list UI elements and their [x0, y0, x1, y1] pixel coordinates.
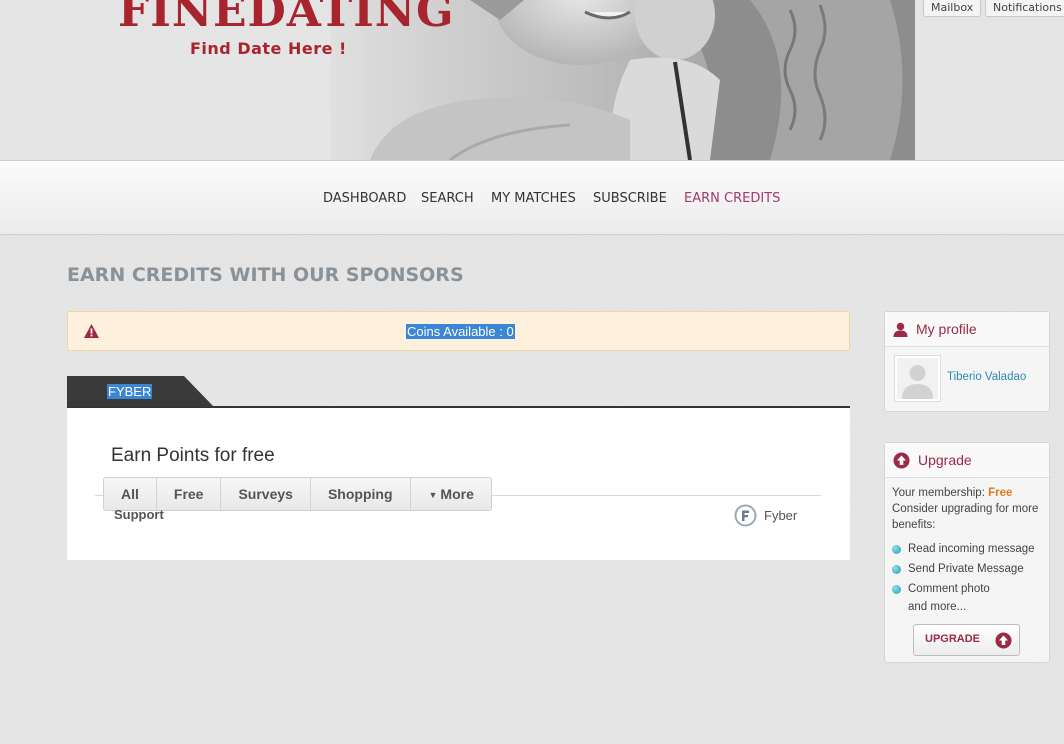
- membership-label: Your membership:: [892, 487, 985, 499]
- benefit-label: Comment photo: [908, 583, 990, 595]
- fyber-branding: Fyber: [734, 504, 797, 527]
- upgrade-arrow-icon: [893, 452, 910, 468]
- nav-subscribe[interactable]: SUBSCRIBE: [593, 191, 667, 206]
- upgrade-card: Upgrade Your membership: Free Consider u…: [884, 442, 1050, 663]
- benefit-item: Comment photo: [892, 583, 990, 595]
- profile-name-link[interactable]: Tiberio Valadao: [947, 371, 1026, 383]
- bullet-icon: [892, 584, 901, 594]
- membership-info: Your membership: Free Consider upgrading…: [892, 485, 1047, 533]
- benefit-item: Send Private Message: [892, 563, 1024, 575]
- profile-card-header: My profile: [885, 312, 1049, 347]
- nav-my-matches[interactable]: MY MATCHES: [491, 191, 576, 206]
- coins-alert: Coins Available : 0: [67, 311, 850, 351]
- benefit-item: Read incoming message: [892, 543, 1035, 555]
- offer-filter-group: All Free Surveys Shopping ▼ More: [103, 477, 492, 511]
- tab-fyber[interactable]: FYBER: [107, 384, 153, 399]
- upgrade-button-label: UPGRADE: [925, 633, 981, 645]
- sponsor-tabs: FYBER: [67, 376, 850, 408]
- more-label: More: [440, 486, 474, 502]
- site-tagline: Find Date Here !: [190, 39, 347, 58]
- upgrade-arrow-icon: [995, 632, 1012, 649]
- upgrade-button[interactable]: UPGRADE: [913, 624, 1020, 656]
- bullet-icon: [892, 544, 901, 554]
- filter-surveys-button[interactable]: Surveys: [220, 478, 309, 510]
- nav-search[interactable]: SEARCH: [421, 191, 474, 206]
- benefit-label: Send Private Message: [908, 563, 1024, 575]
- support-link[interactable]: Support: [114, 507, 164, 522]
- mailbox-button[interactable]: Mailbox: [923, 0, 982, 17]
- filter-shopping-button[interactable]: Shopping: [309, 478, 410, 510]
- warning-icon: [83, 323, 100, 343]
- fyber-logo-icon: [734, 504, 757, 527]
- profile-card-title: My profile: [916, 321, 977, 337]
- site-header: FINEDATING Find Date Here ! Mailbox Noti…: [0, 0, 1064, 160]
- upgrade-note: Consider upgrading for more benefits:: [892, 503, 1039, 531]
- nav-earn-credits[interactable]: EARN CREDITS: [684, 191, 780, 206]
- benefit-label: Read incoming message: [908, 543, 1035, 555]
- avatar[interactable]: [894, 355, 941, 402]
- profile-card: My profile Tiberio Valadao: [884, 311, 1050, 412]
- main-nav: DASHBOARD SEARCH MY MATCHES SUBSCRIBE EA…: [0, 160, 1064, 235]
- offer-wall-panel: Earn Points for free All Free Surveys Sh…: [67, 408, 850, 560]
- bullet-icon: [892, 564, 901, 574]
- upgrade-card-header: Upgrade: [885, 443, 1049, 478]
- membership-plan: Free: [988, 487, 1013, 499]
- upgrade-card-title: Upgrade: [918, 452, 972, 468]
- offer-wall-title: Earn Points for free: [111, 445, 275, 466]
- nav-dashboard[interactable]: DASHBOARD: [323, 191, 406, 206]
- user-icon: [893, 322, 908, 337]
- filter-more-button[interactable]: ▼ More: [409, 478, 491, 510]
- page-title: EARN CREDITS WITH OUR SPONSORS: [67, 264, 464, 286]
- coins-available-text: Coins Available : 0: [406, 324, 515, 339]
- filter-free-button[interactable]: Free: [155, 478, 221, 510]
- default-avatar-icon: [897, 358, 938, 399]
- caret-down-icon: ▼: [428, 490, 438, 500]
- and-more-text: and more...: [908, 601, 967, 613]
- fyber-name: Fyber: [764, 508, 798, 523]
- notifications-button[interactable]: Notifications: [985, 0, 1064, 17]
- site-logo[interactable]: FINEDATING: [118, 0, 455, 37]
- filter-all-button[interactable]: All: [104, 478, 156, 510]
